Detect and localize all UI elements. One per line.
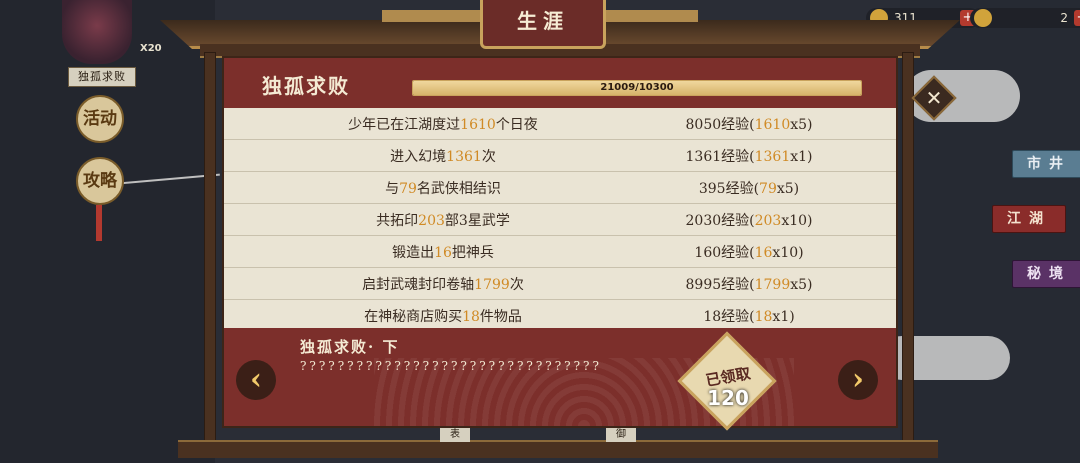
stat-number: 1361 xyxy=(446,149,482,165)
stat-experience: 8995经验(1799x5) xyxy=(644,274,854,294)
tassel xyxy=(96,205,102,241)
progress-text: 21009/10300 xyxy=(600,82,674,93)
add-gold-button[interactable]: + xyxy=(1074,10,1080,26)
stat-number: 1799 xyxy=(474,277,510,293)
exp-text: 1361经验( xyxy=(685,149,755,165)
exp-number: 1361 xyxy=(754,149,791,165)
exp-text: x5) xyxy=(776,181,800,197)
next-button[interactable]: › xyxy=(838,360,878,400)
stat-row: 与79名武侠相结识 395经验(79x5) xyxy=(224,172,896,204)
career-panel: 独孤求败 21009/10300 少年已在江湖度过1610个日夜 8050经验(1… xyxy=(222,56,898,431)
bottom-label: 表 xyxy=(440,428,470,442)
stat-description: 共拓印203部3星武学 xyxy=(284,210,602,230)
stat-text: 进入幻境 xyxy=(390,149,447,165)
stat-row: 启封武魂封印卷轴1799次 8995经验(1799x5) xyxy=(224,268,896,300)
player-name: 独孤求败 xyxy=(68,67,136,87)
screen-title: 生涯 xyxy=(480,0,606,49)
stats-list: 少年已在江湖度过1610个日夜 8050经验(1610x5) 进入幻境1361次 13… xyxy=(224,108,896,332)
stat-description: 启封武魂封印卷轴1799次 xyxy=(284,274,602,294)
exp-text: 8995经验( xyxy=(685,277,755,293)
stat-experience: 160经验(16x10) xyxy=(644,242,854,262)
stat-text: 锻造出 xyxy=(392,245,435,261)
stat-text: 少年已在江湖度过 xyxy=(348,117,461,133)
stat-row: 进入幻境1361次 1361经验(1361x1) xyxy=(224,140,896,172)
exp-text: 18经验( xyxy=(703,309,755,325)
exp-text: x1) xyxy=(772,309,795,325)
stat-description: 进入幻境1361次 xyxy=(284,146,602,166)
reward-count: 120 xyxy=(707,386,749,410)
stat-text: 件物品 xyxy=(479,309,522,325)
exp-text: x10) xyxy=(772,245,804,261)
title-description: ???????????????????????????????? xyxy=(300,359,602,373)
stat-text: 次 xyxy=(481,149,496,165)
bottom-label: 御 xyxy=(606,428,636,442)
exp-number: 1799 xyxy=(754,277,791,293)
gold-value: 2 xyxy=(1060,11,1068,25)
stat-row: 共拓印203部3星武学 2030经验(203x10) xyxy=(224,204,896,236)
stat-number: 1610 xyxy=(460,117,496,133)
base-beam xyxy=(178,440,938,458)
stat-text: 部3星武学 xyxy=(444,213,510,229)
prev-button[interactable]: ‹ xyxy=(236,360,276,400)
exp-number: 18 xyxy=(754,309,773,325)
stat-text: 次 xyxy=(509,277,524,293)
stat-text: 把神兵 xyxy=(451,245,494,261)
panel-header: 独孤求败 21009/10300 xyxy=(224,58,896,108)
exp-number: 16 xyxy=(754,245,773,261)
item-count: X20 xyxy=(140,43,162,54)
stat-text: 名武侠相结识 xyxy=(416,181,501,197)
guide-icon[interactable]: 攻略 xyxy=(76,157,124,205)
cloud xyxy=(880,336,1010,380)
tab-secret-realm[interactable]: 秘境 xyxy=(1012,260,1080,288)
exp-number: 79 xyxy=(759,181,777,197)
exp-number: 1610 xyxy=(754,117,791,133)
exp-text: 395经验( xyxy=(698,181,760,197)
frame-post-right xyxy=(902,52,914,449)
chevron-right-icon: › xyxy=(852,362,864,397)
stat-experience: 1361经验(1361x1) xyxy=(644,146,854,166)
exp-text: 2030经验( xyxy=(685,213,755,229)
experience-progress-bar: 21009/10300 xyxy=(412,80,862,96)
exp-text: 8050经验( xyxy=(685,117,755,133)
tab-market[interactable]: 市井 xyxy=(1012,150,1080,178)
plaque-wing xyxy=(382,10,482,22)
stat-experience: 18经验(18x1) xyxy=(644,306,854,326)
stat-row: 锻造出16把神兵 160经验(16x10) xyxy=(224,236,896,268)
stat-description: 与79名武侠相结识 xyxy=(284,178,602,198)
stat-experience: 8050经验(1610x5) xyxy=(644,114,854,134)
frame-post-left xyxy=(204,52,216,449)
activity-icon[interactable]: 活动 xyxy=(76,95,124,143)
exp-text: x5) xyxy=(790,117,813,133)
exp-text: x10) xyxy=(781,213,813,229)
stat-text: 启封武魂封印卷轴 xyxy=(362,277,475,293)
gold-ingot-icon xyxy=(974,9,992,27)
stat-experience: 395经验(79x5) xyxy=(644,178,854,198)
chevron-left-icon: ‹ xyxy=(250,362,262,397)
stat-number: 203 xyxy=(418,213,445,229)
stat-number: 18 xyxy=(462,309,480,325)
title-name: 独孤求败· 下 xyxy=(300,338,400,356)
player-avatar[interactable] xyxy=(62,0,132,64)
exp-number: 203 xyxy=(754,213,782,229)
stat-text: 在神秘商店购买 xyxy=(364,309,463,325)
stat-description: 锻造出16把神兵 xyxy=(284,242,602,262)
stat-description: 少年已在江湖度过1610个日夜 xyxy=(284,114,602,134)
stat-row: 少年已在江湖度过1610个日夜 8050经验(1610x5) xyxy=(224,108,896,140)
tab-jianghu[interactable]: 江湖 xyxy=(992,205,1066,233)
stat-text: 个日夜 xyxy=(495,117,538,133)
hanging-menu: 活动 攻略 xyxy=(76,95,124,219)
stat-number: 79 xyxy=(399,181,417,197)
resource-gold: 2 + xyxy=(970,8,1080,28)
exp-text: x5) xyxy=(790,277,813,293)
exp-text: x1) xyxy=(790,149,813,165)
stat-experience: 2030经验(203x10) xyxy=(644,210,854,230)
stat-text: 与 xyxy=(385,181,400,197)
plaque-wing xyxy=(598,10,698,22)
stat-description: 在神秘商店购买18件物品 xyxy=(284,306,602,326)
panel-title: 独孤求败 xyxy=(262,74,350,98)
stat-number: 16 xyxy=(434,245,452,261)
stat-text: 共拓印 xyxy=(376,213,419,229)
exp-text: 160经验( xyxy=(694,245,755,261)
close-icon: ✕ xyxy=(925,86,943,110)
